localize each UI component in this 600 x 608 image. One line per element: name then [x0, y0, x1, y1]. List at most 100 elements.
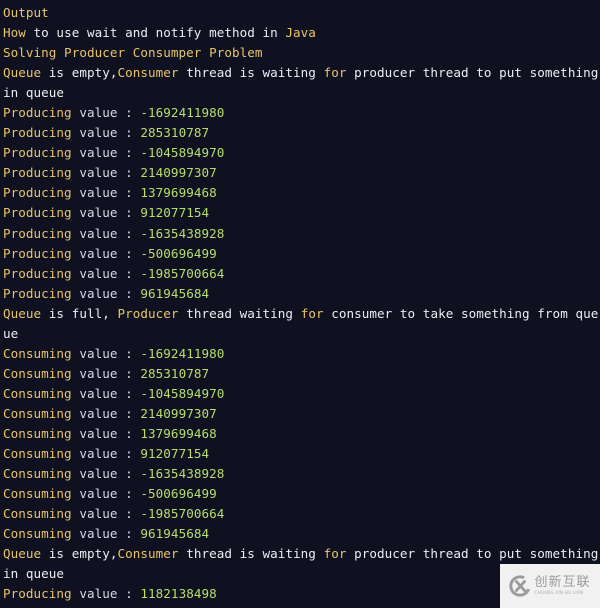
producing-line: Producing value : -500696499 — [0, 244, 600, 264]
consuming-label: Consuming — [3, 526, 72, 542]
value-label: value — [71, 425, 118, 441]
consuming-label: Consuming — [3, 345, 72, 361]
producing-line: Producing value : 285310787 — [0, 123, 600, 143]
separator: : — [117, 245, 141, 261]
value-label: value — [71, 205, 118, 221]
value-label: value — [71, 586, 118, 602]
message-segment: thread is waiting — [178, 546, 324, 562]
output-title: Output — [3, 5, 49, 20]
value-number: -500696499 — [140, 245, 217, 261]
value-number: -1045894970 — [140, 385, 225, 401]
separator: : — [117, 586, 141, 602]
value-label: value — [71, 285, 118, 301]
value-label: value — [71, 225, 118, 241]
value-label: value — [71, 446, 118, 462]
heading-line: How to use wait and notify method in Jav… — [0, 23, 600, 43]
subtitle-line: Solving Producer Consumper Problem — [3, 45, 263, 61]
consuming-label: Consuming — [3, 446, 72, 462]
message-segment: is empty, — [41, 546, 118, 562]
value-number: -1692411980 — [140, 345, 225, 361]
value-label: value — [71, 185, 118, 201]
separator: : — [117, 125, 141, 141]
separator: : — [117, 265, 141, 281]
producing-line: Producing value : 961945684 — [0, 284, 600, 304]
producing-label: Producing — [3, 265, 72, 281]
consuming-line: Consuming value : -1635438928 — [0, 464, 600, 484]
message-segment: is empty, — [41, 65, 118, 81]
message-segment: Queue — [3, 65, 42, 81]
brand-logo-icon — [509, 575, 532, 597]
consuming-label: Consuming — [3, 486, 72, 502]
message-segment: Consumer — [117, 546, 179, 562]
separator: : — [117, 105, 141, 121]
value-number: 1379699468 — [140, 185, 217, 201]
producing-label: Producing — [3, 185, 72, 201]
watermark-text: 创新互联 — [534, 575, 591, 590]
producing-label: Producing — [3, 285, 72, 301]
producing-line: Producing value : -1635438928 — [0, 224, 600, 244]
value-label: value — [71, 345, 118, 361]
consuming-line: Consuming value : 285310787 — [0, 364, 600, 384]
consuming-line: Consuming value : 912077154 — [0, 444, 600, 464]
value-label: value — [71, 125, 118, 141]
producing-line: Producing value : 2140997307 — [0, 163, 600, 183]
separator: : — [117, 365, 141, 381]
value-number: 1379699468 — [140, 425, 217, 441]
separator: : — [117, 285, 141, 301]
value-label: value — [71, 145, 118, 161]
value-number: -500696499 — [140, 486, 217, 502]
value-number: 285310787 — [140, 125, 210, 141]
queue-empty-message: Queue is empty,Consumer thread is waitin… — [0, 63, 600, 103]
consuming-line: Consuming value : -1692411980 — [0, 344, 600, 364]
producing-label: Producing — [3, 165, 72, 181]
consuming-label: Consuming — [3, 385, 72, 401]
producing-line: Producing value : -1985700664 — [0, 264, 600, 284]
queue-full-message: Queue is full, Producer thread waiting f… — [0, 304, 600, 344]
message-segment: is full, — [41, 305, 118, 321]
heading-segment: Java — [285, 25, 316, 41]
separator: : — [117, 526, 141, 542]
consuming-line: Consuming value : -500696499 — [0, 484, 600, 504]
value-number: 1182138498 — [140, 586, 217, 602]
value-number: -1985700664 — [140, 265, 225, 281]
message-segment: Queue — [3, 305, 42, 321]
producing-line: Producing value : -1045894970 — [0, 143, 600, 163]
producing-label: Producing — [3, 225, 72, 241]
separator: : — [117, 446, 141, 462]
value-number: 912077154 — [140, 446, 210, 462]
value-label: value — [71, 365, 118, 381]
heading-segment: to use wait and notify method in — [25, 25, 286, 41]
message-segment: thread is waiting — [178, 65, 324, 81]
consuming-label: Consuming — [3, 506, 72, 522]
value-label: value — [71, 265, 118, 281]
message-segment: for — [323, 65, 347, 81]
separator: : — [117, 506, 141, 522]
separator: : — [117, 425, 141, 441]
separator: : — [117, 385, 141, 401]
separator: : — [117, 345, 141, 361]
separator: : — [117, 145, 141, 161]
value-number: 2140997307 — [140, 165, 217, 181]
value-label: value — [71, 405, 118, 421]
producing-label: Producing — [3, 145, 72, 161]
consuming-line: Consuming value : 1379699468 — [0, 424, 600, 444]
separator: : — [117, 405, 141, 421]
value-label: value — [71, 245, 118, 261]
value-number: -1045894970 — [140, 145, 225, 161]
separator: : — [117, 205, 141, 221]
value-label: value — [71, 486, 118, 502]
value-number: -1635438928 — [140, 225, 225, 241]
message-segment: thread waiting — [178, 305, 301, 321]
consuming-label: Consuming — [3, 425, 72, 441]
consuming-line: Consuming value : 2140997307 — [0, 404, 600, 424]
message-segment: Queue — [3, 546, 42, 562]
separator: : — [117, 185, 141, 201]
message-segment: for — [323, 546, 347, 562]
value-number: 912077154 — [140, 205, 210, 221]
value-number: 961945684 — [140, 285, 210, 301]
watermark: 创新互联 CHUANG XIN HU LIAN — [500, 564, 600, 608]
producing-label: Producing — [3, 105, 72, 121]
producing-label: Producing — [3, 205, 72, 221]
separator: : — [117, 486, 141, 502]
consuming-label: Consuming — [3, 405, 72, 421]
